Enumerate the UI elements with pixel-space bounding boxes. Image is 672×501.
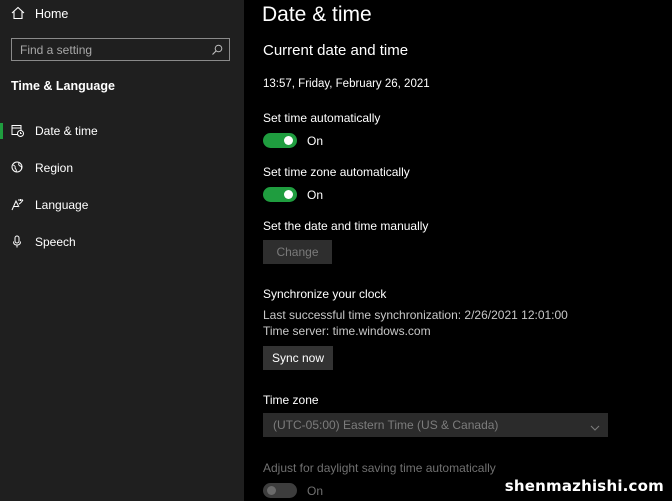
home-label: Home bbox=[35, 7, 69, 21]
time-zone-dropdown[interactable]: (UTC-05:00) Eastern Time (US & Canada) bbox=[263, 413, 608, 437]
toggle-knob bbox=[284, 136, 293, 145]
toggle-knob bbox=[284, 190, 293, 199]
sidebar-item-date-time[interactable]: Date & time bbox=[0, 116, 244, 146]
sidebar-item-label: Language bbox=[35, 198, 89, 212]
auto-timezone-state: On bbox=[307, 188, 324, 202]
search-icon[interactable] bbox=[211, 43, 223, 55]
manual-date-label: Set the date and time manually bbox=[263, 219, 429, 233]
daylight-saving-state: On bbox=[307, 484, 324, 498]
auto-timezone-label: Set time zone automatically bbox=[263, 165, 410, 179]
daylight-saving-label: Adjust for daylight saving time automati… bbox=[263, 461, 496, 475]
language-icon bbox=[11, 198, 24, 211]
sidebar-item-speech[interactable]: Speech bbox=[0, 227, 244, 257]
current-date-heading: Current date and time bbox=[263, 42, 409, 59]
time-zone-value: (UTC-05:00) Eastern Time (US & Canada) bbox=[273, 418, 499, 432]
sidebar-item-region[interactable]: Region bbox=[0, 153, 244, 183]
auto-timezone-toggle[interactable] bbox=[263, 187, 297, 202]
sidebar-item-label: Region bbox=[35, 161, 74, 175]
auto-time-label: Set time automatically bbox=[263, 111, 381, 125]
sidebar-item-language[interactable]: Language bbox=[0, 190, 244, 220]
time-zone-label: Time zone bbox=[263, 393, 319, 407]
time-server-text: Time server: time.windows.com bbox=[263, 324, 431, 338]
sidebar: Home Time & Language Date & time Region … bbox=[0, 0, 244, 501]
auto-time-toggle[interactable] bbox=[263, 133, 297, 148]
sync-heading: Synchronize your clock bbox=[263, 287, 387, 301]
last-sync-text: Last successful time synchronization: 2/… bbox=[263, 308, 568, 322]
auto-time-state: On bbox=[307, 134, 324, 148]
toggle-knob bbox=[267, 486, 276, 495]
calendar-clock-icon bbox=[11, 124, 24, 137]
search-input[interactable] bbox=[12, 39, 210, 60]
sidebar-item-label: Speech bbox=[35, 235, 76, 249]
sidebar-item-label: Date & time bbox=[35, 124, 98, 138]
daylight-saving-toggle[interactable] bbox=[263, 483, 297, 498]
watermark-text: shenmazhishi.com bbox=[504, 477, 664, 495]
home-nav-item[interactable]: Home bbox=[0, 0, 244, 28]
home-icon bbox=[11, 6, 25, 20]
change-button[interactable]: Change bbox=[263, 240, 332, 264]
sync-now-button[interactable]: Sync now bbox=[263, 346, 333, 370]
globe-icon bbox=[11, 161, 24, 174]
page-title: Date & time bbox=[262, 3, 372, 26]
microphone-icon bbox=[11, 235, 24, 248]
search-box[interactable] bbox=[11, 38, 230, 61]
main-content: Date & time Current date and time 13:57,… bbox=[244, 0, 672, 501]
chevron-down-icon bbox=[590, 420, 600, 431]
selected-indicator bbox=[0, 123, 3, 139]
section-title: Time & Language bbox=[11, 79, 115, 93]
current-datetime-text: 13:57, Friday, February 26, 2021 bbox=[263, 78, 430, 90]
